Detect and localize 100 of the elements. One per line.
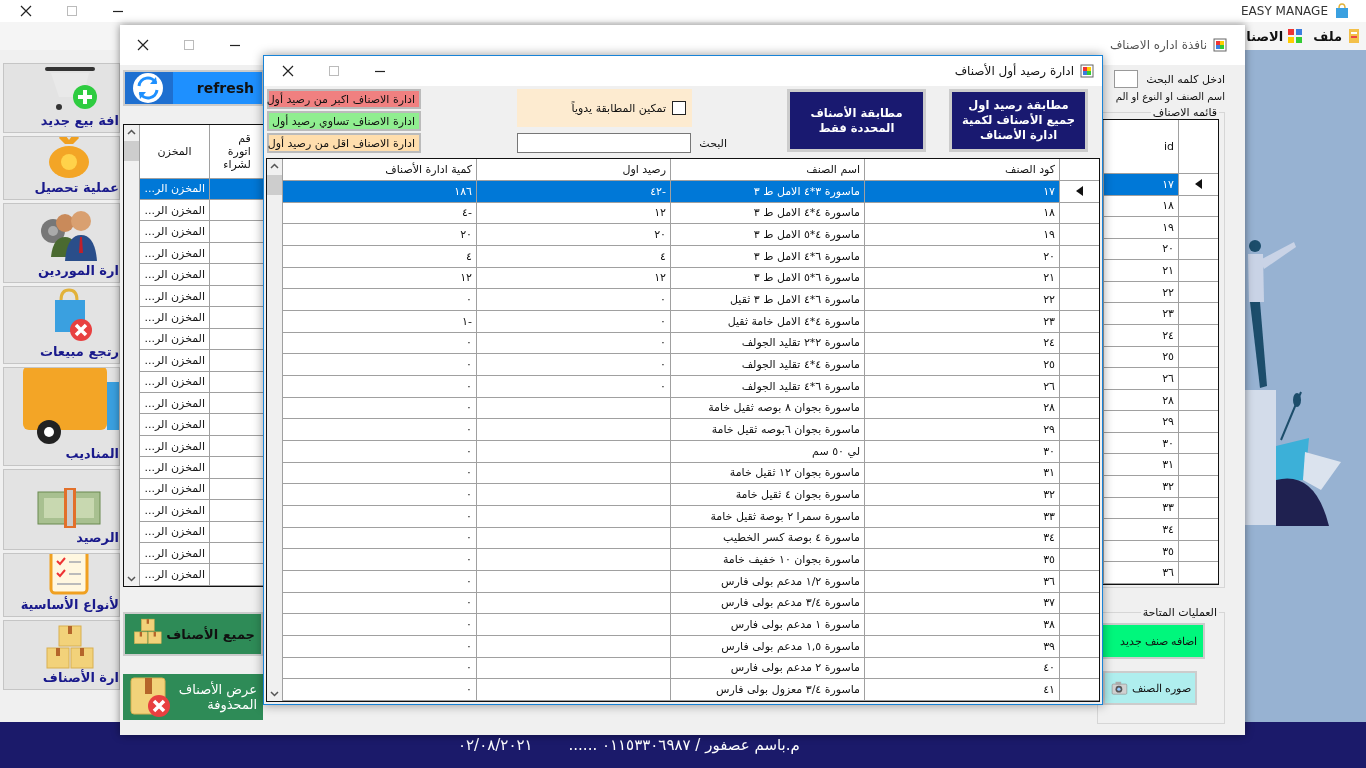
- table-row[interactable]: ٣٦ ماسورة ١/٢ مدعم بولى فارس ٠: [282, 570, 1099, 593]
- table-row[interactable]: ٢٦: [1103, 368, 1218, 390]
- table-row[interactable]: المخزن الر...: [139, 350, 264, 372]
- table-row[interactable]: ٤١ ماسورة ٣/٤ معزول بولى فارس ٠: [282, 679, 1099, 701]
- refresh-button[interactable]: refresh: [123, 70, 264, 106]
- sidebar-item[interactable]: لأنواع الأساسية: [3, 553, 120, 617]
- table-cell: ١٩: [864, 224, 1059, 246]
- table-cell: ماسورة ٣/٤ معزول بولى فارس: [670, 679, 864, 701]
- table-row[interactable]: ٢٨: [1103, 389, 1218, 412]
- table-cell: ماسورة ١ مدعم بولى فارس: [670, 614, 864, 636]
- item-image-button[interactable]: صوره الصنف: [1103, 671, 1197, 705]
- table-cell: ٠: [282, 289, 476, 311]
- sidebar-item[interactable]: الرصيد: [3, 469, 120, 550]
- table-row[interactable]: ١٧ ماسورة ٣*٤ الامل ط ٣ -٤٢ ١٨٦: [282, 180, 1099, 203]
- filter-button[interactable]: ادارة الاصناف تساوي رصيد أول: [267, 111, 421, 131]
- table-row[interactable]: ٢٤: [1103, 325, 1218, 347]
- table-row[interactable]: ٢٣ ماسورة ٤*٤ الامل خامة ثقيل ٠ -١: [282, 310, 1099, 333]
- table-row[interactable]: ٣٤: [1103, 519, 1218, 541]
- sidebar-item[interactable]: عملية تحصيل: [3, 136, 120, 200]
- deleted-items-button[interactable]: عرض الأصناف المحذوفة: [123, 674, 263, 720]
- table-row[interactable]: ٢١: [1103, 260, 1218, 282]
- table-cell: ٠: [282, 375, 476, 398]
- table-row[interactable]: المخزن الر...: [139, 414, 264, 436]
- table-row[interactable]: المخزن الر...: [139, 200, 264, 222]
- table-row[interactable]: المخزن الر...: [139, 307, 264, 329]
- table-row[interactable]: ١٨ ماسورة ٤*٤ الامل ط ٣ ١٢ -٤: [282, 202, 1099, 225]
- table-cell: ٢٠: [282, 224, 476, 246]
- table-row[interactable]: ٢٩ ماسورة بجوان ٦بوصه ثقيل خامة ٠: [282, 419, 1099, 441]
- table-row[interactable]: ٢٢ ماسورة ٦*٤ الامل ط ٣ ثقيل ٠ ٠: [282, 289, 1099, 311]
- match-button[interactable]: مطابقة الأصناف المحددة فقط: [787, 89, 926, 152]
- sidebar-item[interactable]: ارة الموردين: [3, 203, 120, 283]
- table-row[interactable]: ٣٣ ماسورة سمرا ٢ بوصة ثقيل خامة ٠: [282, 505, 1099, 528]
- table-row[interactable]: ٣٠ لي ٥٠ سم ٠: [282, 440, 1099, 463]
- sidebar-item[interactable]: رتجع مبيعات: [3, 286, 120, 364]
- table-row[interactable]: المخزن الر...: [139, 457, 264, 479]
- table-row[interactable]: ٢٥ ماسورة ٤*٤ تقليد الجولف ٠ ٠: [282, 354, 1099, 376]
- table-row[interactable]: ٢١ ماسورة ٦*٥ الامل ط ٣ ١٢ ١٢: [282, 267, 1099, 290]
- scrollbar[interactable]: [124, 125, 139, 586]
- table-cell: ٢٩: [864, 419, 1059, 441]
- all-items-button[interactable]: جميع الأصناف: [123, 612, 263, 656]
- table-cell: -١: [282, 310, 476, 333]
- column-header: كود الصنف: [864, 159, 1059, 181]
- table-row[interactable]: ٣٢ ماسورة بجوان ٤ ثقيل خامة ٠: [282, 484, 1099, 506]
- table-row[interactable]: المخزن الر...: [139, 500, 264, 522]
- scroll-thumb[interactable]: [124, 141, 139, 161]
- table-row[interactable]: ٣٤ ماسورة ٤ بوصة كسر الخطيب ٠: [282, 527, 1099, 550]
- table-cell: ٠: [282, 419, 476, 441]
- sidebar-item[interactable]: ارة الأصناف: [3, 620, 120, 690]
- table-row[interactable]: ١٧: [1103, 173, 1218, 196]
- table-row[interactable]: المخزن الر...: [139, 543, 264, 565]
- table-row[interactable]: ٣٠: [1103, 432, 1218, 455]
- table-row[interactable]: ٢٩: [1103, 411, 1218, 433]
- search-field[interactable]: [517, 133, 692, 153]
- close-icon[interactable]: [20, 5, 32, 17]
- sidebar-item[interactable]: المناديب: [3, 367, 120, 466]
- table-row[interactable]: ٢٠: [1103, 238, 1218, 261]
- table-row[interactable]: ١٩ ماسورة ٤*٥ الامل ط ٣ ٢٠ ٢٠: [282, 224, 1099, 246]
- table-row[interactable]: ٢٢: [1103, 281, 1218, 304]
- menu-item[interactable]: ملف: [1313, 28, 1362, 44]
- table-row[interactable]: ٣٥ ماسورة بجوان ١٠ خفيف خامة ٠: [282, 549, 1099, 571]
- table-row[interactable]: ٢٦ ماسورة ٦*٤ تقليد الجولف ٠ ٠: [282, 375, 1099, 398]
- table-row[interactable]: ٣١: [1103, 454, 1218, 477]
- row-pointer-icon: [1075, 186, 1084, 197]
- table-row[interactable]: ٤٠ ماسورة ٢ مدعم بولى فارس ٠: [282, 657, 1099, 680]
- checkbox-label: تمكين المطابقة يدوياً: [571, 101, 666, 115]
- search-field[interactable]: [1114, 70, 1139, 88]
- close-icon[interactable]: [137, 39, 149, 51]
- table-row[interactable]: ٢٣: [1103, 303, 1218, 325]
- table-row[interactable]: ٣٦: [1103, 562, 1218, 584]
- table-row[interactable]: ٣٣: [1103, 497, 1218, 520]
- table-cell: ٠: [282, 636, 476, 658]
- sidebar-item[interactable]: افة بيع جديد: [3, 63, 120, 133]
- scroll-thumb[interactable]: [267, 175, 282, 195]
- table-row[interactable]: ٣٥: [1103, 540, 1218, 563]
- match-button[interactable]: مطابقة رصيد اول جميع الأصناف لكمية ادارة الأصناف: [949, 89, 1088, 152]
- table-row[interactable]: المخزن الر...: [139, 264, 264, 286]
- table-row[interactable]: ٢٠ ماسورة ٦*٤ الامل ط ٣ ٤ ٤: [282, 245, 1099, 268]
- table-row[interactable]: ٢٥: [1103, 346, 1218, 369]
- filter-button[interactable]: ادارة الاصناف اقل من رصيد أول: [267, 133, 421, 153]
- table-row[interactable]: ١٨: [1103, 195, 1218, 218]
- table-row[interactable]: ١٩: [1103, 217, 1218, 239]
- scrollbar[interactable]: [267, 159, 282, 701]
- table-row[interactable]: ٣٨ ماسورة ١ مدعم بولى فارس ٠: [282, 614, 1099, 636]
- table-row[interactable]: ٢٤ ماسورة ٢*٢ تقليد الجولف ٠ ٠: [282, 332, 1099, 355]
- table-cell: ٢٢: [864, 289, 1059, 311]
- filter-button[interactable]: ادارة الاصناف اكبر من رصيد أول: [267, 89, 421, 109]
- table-cell: ٠: [282, 440, 476, 463]
- table-row[interactable]: ٣٩ ماسورة ١,٥ مدعم بولى فارس ٠: [282, 636, 1099, 658]
- close-icon[interactable]: [282, 65, 294, 77]
- menu-items-icon: [1287, 28, 1304, 44]
- table-row[interactable]: ٣٧ ماسورة ٣/٤ مدعم بولى فارس ٠: [282, 592, 1099, 615]
- table-row[interactable]: ٢٨ ماسورة بجوان ٨ بوصه ثقيل خامة ٠: [282, 397, 1099, 420]
- table-cell: ٠: [476, 354, 670, 376]
- checkbox[interactable]: [672, 101, 686, 115]
- table-row[interactable]: المخزن الر...: [139, 221, 264, 243]
- menu-item[interactable]: الاصنا: [1246, 28, 1304, 44]
- table-row[interactable]: ٣٢: [1103, 476, 1218, 498]
- table-row[interactable]: ٣١ ماسورة بجوان ١٢ ثقيل خامة ٠: [282, 462, 1099, 485]
- table-cell: ٤: [476, 245, 670, 268]
- table-row[interactable]: المخزن الر...: [139, 564, 264, 586]
